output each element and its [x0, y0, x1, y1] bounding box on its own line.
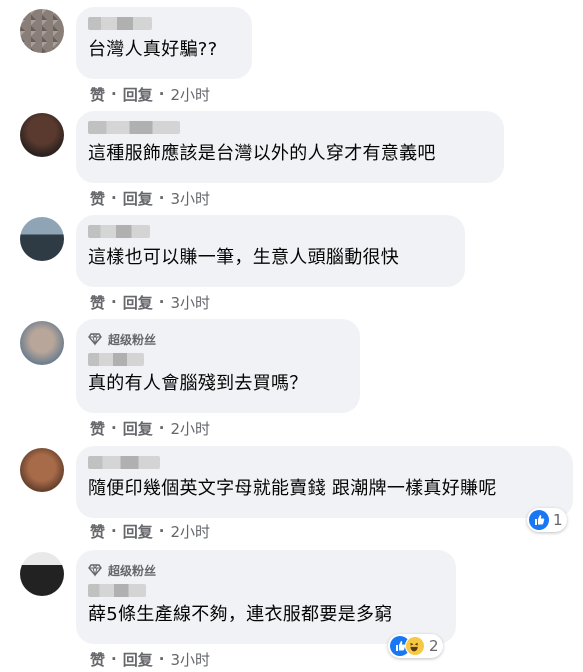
separator: ·	[111, 522, 117, 540]
separator: ·	[158, 293, 165, 311]
comment-text: 台灣人真好騙??	[88, 39, 218, 60]
reply-button[interactable]: 回复	[123, 292, 153, 313]
timestamp[interactable]: 3小时	[170, 649, 210, 670]
separator: ·	[158, 522, 165, 540]
timestamp[interactable]: 2小时	[170, 84, 210, 105]
comment-actions: 赞 · 回复 · 3小时	[90, 649, 210, 669]
separator: ·	[158, 419, 165, 437]
comment-bubble: 這樣也可以賺一筆，生意人頭腦動很快	[76, 215, 465, 287]
reply-button[interactable]: 回复	[123, 521, 153, 542]
comment-text: 隨便印幾個英文字母就能賣錢 跟潮牌一樣真好賺呢	[88, 478, 497, 499]
reactions-summary[interactable]: 1	[527, 508, 567, 532]
timestamp[interactable]: 2小时	[170, 418, 210, 439]
avatar[interactable]	[20, 9, 64, 53]
comment-actions: 赞 · 回复 · 2小时	[90, 84, 210, 104]
comment-bubble: 超级粉丝 薛5條生產線不夠，連衣服都要是多窮	[76, 550, 456, 644]
avatar[interactable]	[20, 321, 64, 365]
separator: ·	[158, 85, 165, 103]
reply-button[interactable]: 回复	[123, 418, 153, 439]
timestamp[interactable]: 3小时	[170, 292, 210, 313]
timestamp[interactable]: 2小时	[170, 521, 210, 542]
separator: ·	[111, 419, 117, 437]
reaction-count: 2	[429, 637, 439, 655]
like-button[interactable]: 赞	[90, 649, 105, 670]
comment-actions: 赞 · 回复 · 2小时	[90, 521, 210, 541]
author-name-blurred[interactable]	[88, 17, 152, 30]
comment-text: 真的有人會腦殘到去買嗎？	[88, 373, 308, 394]
comment-text: 薛5條生產線不夠，連衣服都要是多窮	[88, 604, 393, 625]
comment-bubble: 這種服飾應該是台灣以外的人穿才有意義吧	[76, 111, 504, 183]
haha-icon	[405, 636, 425, 656]
super-fan-badge[interactable]: 超级粉丝	[88, 331, 348, 347]
separator: ·	[111, 650, 117, 668]
separator: ·	[158, 189, 165, 207]
author-name-blurred[interactable]	[88, 456, 160, 469]
avatar[interactable]	[20, 552, 64, 596]
comment-actions: 赞 · 回复 · 3小时	[90, 292, 210, 312]
like-button[interactable]: 赞	[90, 84, 105, 105]
author-name-blurred[interactable]	[88, 584, 146, 597]
like-button[interactable]: 赞	[90, 188, 105, 209]
like-button[interactable]: 赞	[90, 292, 105, 313]
diamond-icon	[88, 564, 102, 577]
reply-button[interactable]: 回复	[123, 84, 153, 105]
separator: ·	[111, 85, 117, 103]
comment-text: 這種服飾應該是台灣以外的人穿才有意義吧	[88, 143, 436, 164]
like-button[interactable]: 赞	[90, 418, 105, 439]
separator: ·	[111, 189, 117, 207]
separator: ·	[158, 650, 165, 668]
comment-actions: 赞 · 回复 · 3小时	[90, 188, 210, 208]
super-fan-badge[interactable]: 超级粉丝	[88, 562, 444, 578]
reply-button[interactable]: 回复	[123, 649, 153, 670]
badge-label: 超级粉丝	[108, 332, 157, 347]
comment-text: 這樣也可以賺一筆，生意人頭腦動很快	[88, 247, 400, 268]
reply-button[interactable]: 回复	[123, 188, 153, 209]
comment-bubble: 超级粉丝 真的有人會腦殘到去買嗎？	[76, 319, 360, 413]
diamond-icon	[88, 333, 102, 346]
separator: ·	[111, 293, 117, 311]
like-button[interactable]: 赞	[90, 521, 105, 542]
timestamp[interactable]: 3小时	[170, 188, 210, 209]
author-name-blurred[interactable]	[88, 225, 150, 238]
author-name-blurred[interactable]	[88, 353, 144, 366]
badge-label: 超级粉丝	[108, 563, 157, 578]
like-icon	[529, 510, 549, 530]
avatar[interactable]	[20, 448, 64, 492]
comment-bubble: 台灣人真好騙??	[76, 7, 252, 79]
avatar[interactable]	[20, 217, 64, 261]
author-name-blurred[interactable]	[88, 121, 180, 134]
comment-actions: 赞 · 回复 · 2小时	[90, 418, 210, 438]
avatar[interactable]	[20, 113, 64, 157]
comment-bubble: 隨便印幾個英文字母就能賣錢 跟潮牌一樣真好賺呢	[76, 446, 573, 518]
reaction-count: 1	[553, 511, 563, 529]
reactions-summary[interactable]: 2	[388, 634, 443, 658]
